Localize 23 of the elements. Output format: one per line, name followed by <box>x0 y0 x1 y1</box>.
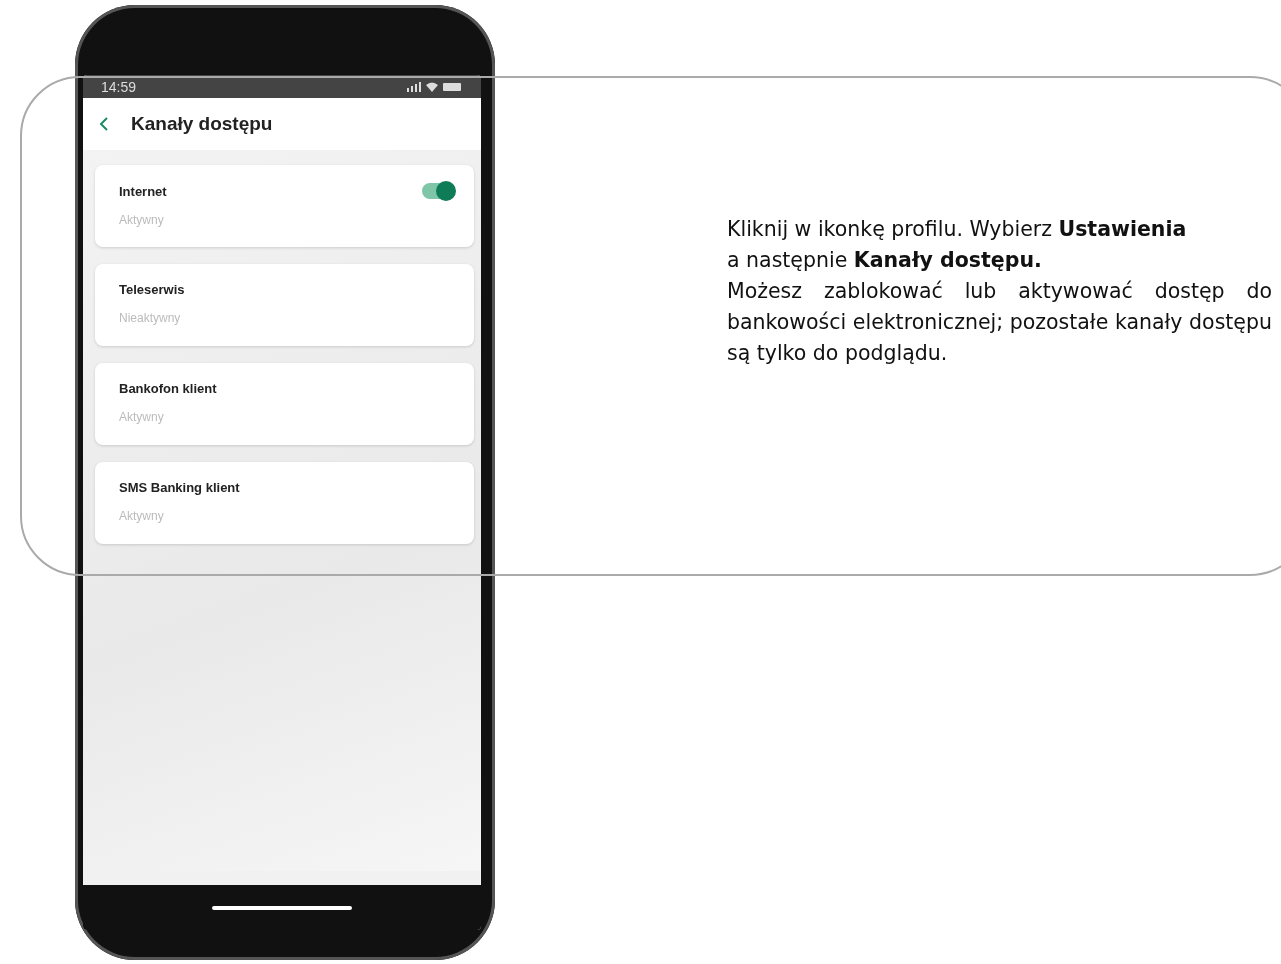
battery-icon <box>443 81 463 92</box>
instruction-text: a następnie Kanały dostępu. <box>727 247 1043 274</box>
instruction-text: Możesz zablokować lub aktywować dostęp do bankowości elektronicznej; pozostałe kanały dostępu są tylko do podglądu. <box>727 278 1272 367</box>
channel-name: SMS Banking klient <box>119 480 240 495</box>
channel-card[interactable]: SMS Banking klient Aktywny <box>95 462 474 544</box>
channel-status: Aktywny <box>119 509 165 523</box>
channel-name: Bankofon klient <box>119 381 217 396</box>
toggle-switch[interactable] <box>422 183 454 199</box>
channel-name: Internet <box>119 183 167 199</box>
status-time: 14:59 <box>101 78 137 95</box>
channel-name: Teleserwis <box>119 282 185 297</box>
channel-status: Nieaktywny <box>119 311 182 325</box>
channel-card[interactable]: Teleserwis Nieaktywny <box>95 264 474 346</box>
channel-card[interactable]: Bankofon klient Aktywny <box>95 363 474 445</box>
channel-status: Aktywny <box>119 410 165 424</box>
wifi-icon <box>426 81 438 92</box>
channel-card[interactable]: Internet Aktywny <box>95 165 474 247</box>
page-title: Kanały dostępu <box>131 113 273 135</box>
channel-status: Aktywny <box>119 213 165 227</box>
home-indicator[interactable] <box>212 905 352 910</box>
back-icon[interactable] <box>99 116 109 132</box>
instruction-text: Kliknij w ikonkę profilu. Wybierz Ustawienia <box>727 216 1188 243</box>
signal-icon <box>407 81 421 92</box>
